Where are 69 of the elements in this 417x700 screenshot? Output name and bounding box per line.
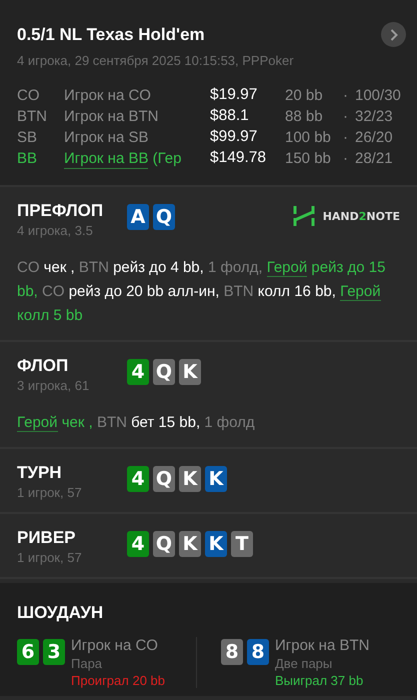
hand-combo: Пара (71, 656, 104, 671)
separator-dot: · (343, 128, 349, 146)
seat-position: BTN (17, 108, 48, 124)
playing-card: K (179, 359, 201, 385)
stack-amount: $88.1 (210, 107, 250, 125)
player-name: Игрок на SB (64, 128, 148, 146)
action-log: CO чек , BTN рейз до 4 bb, 1 фолд, Герой рейз до 15 bb, CO рейз до 20 bb алл-ин, BTN колл 16 bb, Герой колл 5 bb (17, 258, 386, 326)
street-info: 1 игрок, 57 (17, 485, 83, 500)
hand-info: 4 игрока, 29 сентября 2025 10:15:53, PPPoker (17, 53, 295, 68)
stack-bb: 150 bb (285, 150, 332, 166)
player-stats: 28/21 (355, 150, 394, 166)
player-name: Игрок на BTN (275, 637, 370, 654)
playing-card: K (205, 531, 227, 557)
stack-bb: 88 bb (285, 108, 324, 124)
playing-card: 6 (17, 639, 39, 665)
hero-link[interactable]: Герой (266, 259, 308, 277)
player-note: (Гер (152, 150, 182, 166)
stack-amount: $149.78 (210, 149, 268, 167)
next-button[interactable] (381, 22, 406, 47)
playing-card: 8 (247, 639, 269, 665)
playing-card: 4 (127, 466, 149, 492)
street-title: ТУРН (17, 463, 63, 483)
hand-result: Выиграл 37 bb (275, 673, 364, 688)
player-name: Игрок на CO (64, 86, 151, 104)
stack-amount: $19.97 (210, 86, 258, 104)
chevron-right-icon (390, 28, 398, 40)
player-name: Игрок на BTN (64, 108, 158, 124)
street-info: 3 игрока, 61 (17, 378, 90, 393)
logo-icon (292, 205, 315, 227)
playing-card: 4 (127, 359, 149, 385)
player-stats: 100/30 (355, 86, 401, 104)
player-stats: 26/20 (355, 128, 394, 146)
separator-dot: · (343, 150, 349, 166)
hand-combo: Две пары (275, 656, 334, 671)
playing-card: Q (153, 359, 175, 385)
playing-card: 8 (221, 639, 243, 665)
separator-dot: · (343, 86, 349, 104)
action-log: Герой чек , BTN бет 15 bb, 1 фолд (17, 413, 256, 434)
player-stats: 32/23 (355, 108, 394, 124)
street-info: 4 игрока, 3.5 (17, 223, 94, 238)
separator-dot: · (343, 108, 349, 124)
playing-card: K (179, 466, 201, 492)
street-title: ПРЕФЛОП (17, 201, 104, 221)
playing-card: 3 (43, 639, 65, 665)
street-title: ФЛОП (17, 356, 70, 376)
playing-card: Q (153, 466, 175, 492)
seat-position: SB (17, 128, 38, 146)
stack-bb: 100 bb (285, 128, 332, 146)
seat-position: CO (17, 86, 40, 104)
playing-card: Q (153, 531, 175, 557)
stack-bb: 20 bb (285, 86, 324, 104)
street-title: РИВЕР (17, 528, 77, 548)
stack-amount: $99.97 (210, 128, 258, 146)
showdown-title: ШОУДАУН (17, 603, 104, 623)
playing-card: 4 (127, 531, 149, 557)
logo-text: HAND2NOTE (322, 210, 400, 222)
playing-card: K (205, 466, 227, 492)
playing-card: Q (153, 204, 175, 230)
hand-result: Проиграл 20 bb (71, 673, 165, 688)
player-name[interactable]: Игрок на BB (64, 150, 148, 168)
seat-position: BB (17, 150, 38, 166)
street-info: 1 игрок, 57 (17, 550, 83, 565)
hero-link[interactable]: Герой (340, 283, 381, 301)
player-name: Игрок на CO (71, 637, 159, 654)
game-title: 0.5/1 NL Texas Hold'em (17, 24, 205, 44)
hero-link[interactable]: Герой (17, 414, 58, 432)
playing-card: T (231, 531, 253, 557)
playing-card: A (127, 204, 149, 230)
playing-card: K (179, 531, 201, 557)
